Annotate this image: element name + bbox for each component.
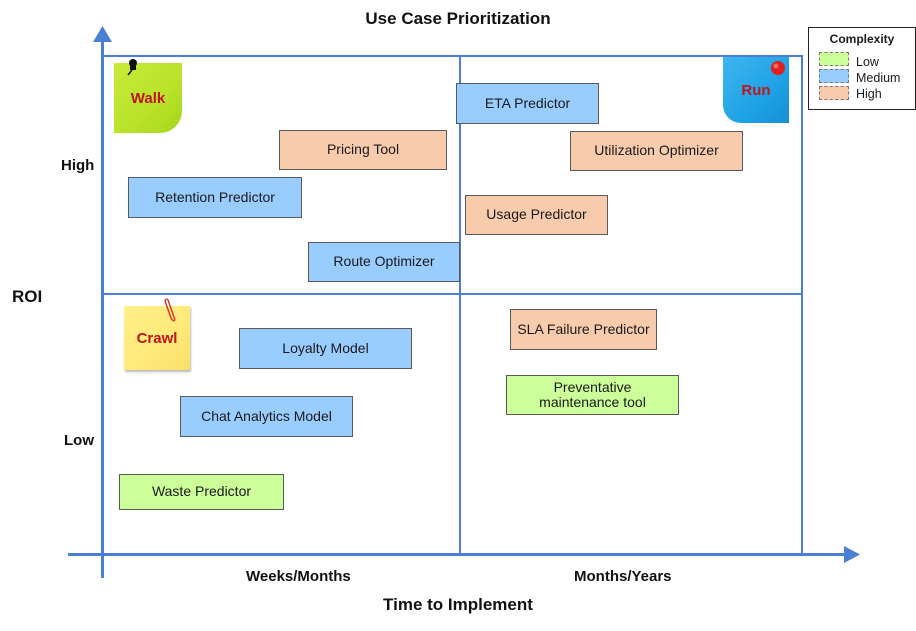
crawl-label: Crawl <box>136 329 178 347</box>
legend-swatch-medium <box>819 69 849 83</box>
y-axis-arrow-icon <box>93 26 112 42</box>
x-axis-title: Time to Implement <box>383 595 533 614</box>
walk-sticky-note: Walk <box>114 59 182 133</box>
crawl-sticky-note: Crawl <box>124 298 190 370</box>
use-case-label: Waste Predictor <box>151 483 252 500</box>
x-axis-left-label: Weeks/Months <box>246 568 351 585</box>
run-sticky-note: Run <box>723 57 789 123</box>
use-case-box[interactable]: Pricing Tool <box>279 130 447 170</box>
use-case-box[interactable]: ETA Predictor <box>456 83 599 124</box>
use-case-label: ETA Predictor <box>484 94 571 111</box>
use-case-label: Preventative maintenance tool <box>539 378 646 410</box>
x-axis-line <box>68 553 848 556</box>
x-axis-right-label: Months/Years <box>574 568 672 585</box>
use-case-box[interactable]: Retention Predictor <box>128 177 302 218</box>
y-axis-high-label: High <box>61 157 95 174</box>
use-case-label: Retention Predictor <box>155 188 275 205</box>
complexity-legend: Complexity Low Medium High <box>808 27 916 110</box>
y-axis-low-label: Low <box>64 432 94 449</box>
walk-label: Walk <box>130 89 166 107</box>
y-axis-title: ROI <box>12 287 43 306</box>
use-case-label: SLA Failure Predictor <box>517 320 650 337</box>
pushpin-icon <box>771 61 785 75</box>
use-case-label: Loyalty Model <box>282 339 369 356</box>
use-case-label: Usage Predictor <box>486 206 587 223</box>
legend-label-high: High <box>856 87 882 101</box>
grid-vertical-divider <box>459 55 461 555</box>
y-axis-line <box>101 38 104 578</box>
run-label: Run <box>741 81 771 99</box>
legend-label-medium: Medium <box>856 71 901 85</box>
legend-label-low: Low <box>856 55 879 69</box>
use-case-label: Chat Analytics Model <box>201 407 332 424</box>
diagram-title: Use Case Prioritization <box>365 9 551 28</box>
legend-swatch-low <box>819 52 849 66</box>
use-case-box[interactable]: Utilization Optimizer <box>570 131 743 171</box>
grid-top-border <box>101 55 803 57</box>
use-case-box[interactable]: Chat Analytics Model <box>180 396 353 437</box>
grid-horizontal-divider <box>101 293 803 295</box>
use-case-box[interactable]: Waste Predictor <box>119 474 284 510</box>
use-case-box[interactable]: Loyalty Model <box>239 328 412 369</box>
paperclip-icon <box>164 298 176 322</box>
use-case-box[interactable]: SLA Failure Predictor <box>510 309 657 350</box>
x-axis-arrow-icon <box>844 546 860 563</box>
legend-swatch-high <box>819 86 849 100</box>
use-case-box[interactable]: Preventative maintenance tool <box>506 375 679 415</box>
use-case-label: Route Optimizer <box>333 253 435 270</box>
legend-title: Complexity <box>829 32 895 46</box>
use-case-label: Pricing Tool <box>326 141 400 158</box>
use-case-box[interactable]: Usage Predictor <box>465 195 608 235</box>
use-case-label: Utilization Optimizer <box>594 142 719 159</box>
pushpin-icon <box>127 59 137 76</box>
grid-right-border <box>801 55 803 555</box>
use-case-box[interactable]: Route Optimizer <box>308 242 460 282</box>
